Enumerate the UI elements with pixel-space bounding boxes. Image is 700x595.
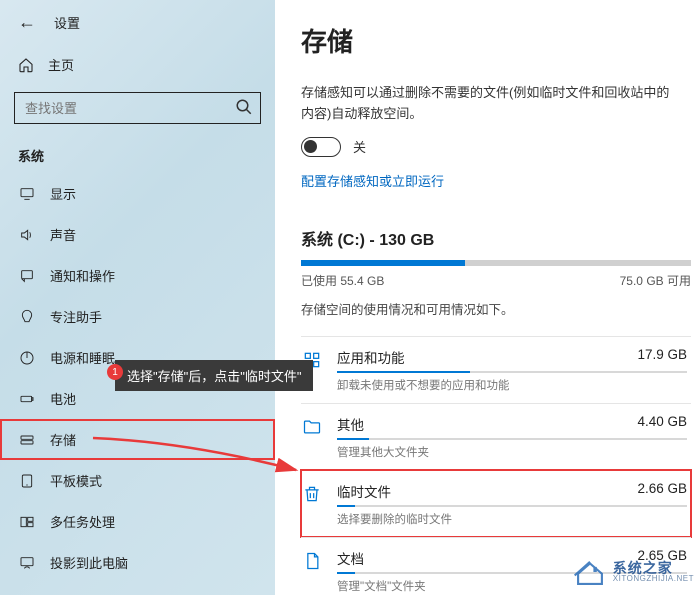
watermark-logo-icon (573, 555, 607, 589)
cat-name: 临时文件 (337, 481, 391, 501)
nav-label: 存储 (50, 430, 76, 449)
cat-sub: 管理其他大文件夹 (337, 444, 687, 460)
storage-icon (18, 431, 36, 449)
cat-size: 17.9 GB (637, 347, 687, 367)
cat-sub: 选择要删除的临时文件 (337, 511, 687, 527)
home-label: 主页 (48, 55, 74, 74)
nav-focus-assist[interactable]: 专注助手 (0, 296, 275, 337)
nav-sound[interactable]: 声音 (0, 214, 275, 255)
home-icon (18, 57, 34, 73)
cat-name: 应用和功能 (337, 347, 405, 367)
back-button[interactable]: ← (18, 12, 36, 33)
cat-apps[interactable]: 应用和功能 17.9 GB 卸载未使用或不想要的应用和功能 (301, 336, 691, 403)
nav-label: 平板模式 (50, 471, 102, 490)
watermark-title: 系统之家 (613, 561, 694, 575)
battery-icon (18, 390, 36, 408)
nav-notifications[interactable]: 通知和操作 (0, 255, 275, 296)
tablet-icon (18, 472, 36, 490)
nav-label: 电源和睡眠 (50, 348, 115, 367)
cat-size: 4.40 GB (637, 414, 687, 434)
drive-free-label: 75.0 GB 可用 (620, 272, 691, 289)
configure-storage-sense-link[interactable]: 配置存储感知或立即运行 (301, 171, 444, 190)
drive-used-label: 已使用 55.4 GB (301, 272, 384, 289)
cat-size: 2.66 GB (637, 481, 687, 501)
multitasking-icon (18, 513, 36, 531)
cat-temp-files[interactable]: 临时文件 2.66 GB 选择要删除的临时文件 (301, 470, 691, 537)
annotation-step-number: 1 (107, 364, 123, 380)
watermark-url: XITONGZHIJIA.NET (613, 575, 694, 583)
cat-name: 其他 (337, 414, 364, 434)
window-title: 设置 (54, 13, 80, 32)
nav-group-header: 系统 (0, 142, 275, 173)
notifications-icon (18, 267, 36, 285)
document-icon (301, 550, 323, 572)
annotation-tooltip: 1 选择"存储"后，点击"临时文件" (115, 360, 313, 391)
display-icon (18, 185, 36, 203)
search-wrap (14, 92, 261, 124)
storage-sense-toggle[interactable] (301, 137, 341, 157)
cat-name: 文档 (337, 548, 364, 568)
folder-icon (301, 416, 323, 438)
drive-subdesc: 存储空间的使用情况和可用情况如下。 (301, 299, 691, 318)
nav-label: 多任务处理 (50, 512, 115, 531)
projecting-icon (18, 554, 36, 572)
cat-sub: 卸载未使用或不想要的应用和功能 (337, 377, 687, 393)
annotation-text: 选择"存储"后，点击"临时文件" (127, 366, 301, 385)
nav-label: 电池 (50, 389, 76, 408)
main-panel: 存储 存储感知可以通过删除不需要的文件(例如临时文件和回收站中的内容)自动释放空… (275, 0, 700, 595)
drive-usage-bar (301, 260, 691, 266)
cat-other[interactable]: 其他 4.40 GB 管理其他大文件夹 (301, 403, 691, 470)
nav-label: 显示 (50, 184, 76, 203)
toggle-state-label: 关 (353, 137, 366, 156)
nav-projecting[interactable]: 投影到此电脑 (0, 542, 275, 583)
drive-title: 系统 (C:) - 130 GB (301, 226, 691, 250)
search-input[interactable] (14, 92, 261, 124)
trash-icon (301, 483, 323, 505)
power-icon (18, 349, 36, 367)
nav-tablet-mode[interactable]: 平板模式 (0, 460, 275, 501)
nav-label: 投影到此电脑 (50, 553, 128, 572)
nav-storage[interactable]: 存储 (0, 419, 275, 460)
watermark: 系统之家 XITONGZHIJIA.NET (573, 555, 694, 589)
sound-icon (18, 226, 36, 244)
nav-display[interactable]: 显示 (0, 173, 275, 214)
nav-label: 专注助手 (50, 307, 102, 326)
page-title: 存储 (301, 22, 700, 59)
search-icon (235, 98, 253, 116)
nav-label: 通知和操作 (50, 266, 115, 285)
home-nav[interactable]: 主页 (0, 47, 275, 92)
nav-label: 声音 (50, 225, 76, 244)
nav-multitasking[interactable]: 多任务处理 (0, 501, 275, 542)
sidebar: ← 设置 主页 系统 显示 声音 (0, 0, 275, 595)
storage-sense-desc: 存储感知可以通过删除不需要的文件(例如临时文件和回收站中的内容)自动释放空间。 (301, 83, 681, 125)
focus-icon (18, 308, 36, 326)
